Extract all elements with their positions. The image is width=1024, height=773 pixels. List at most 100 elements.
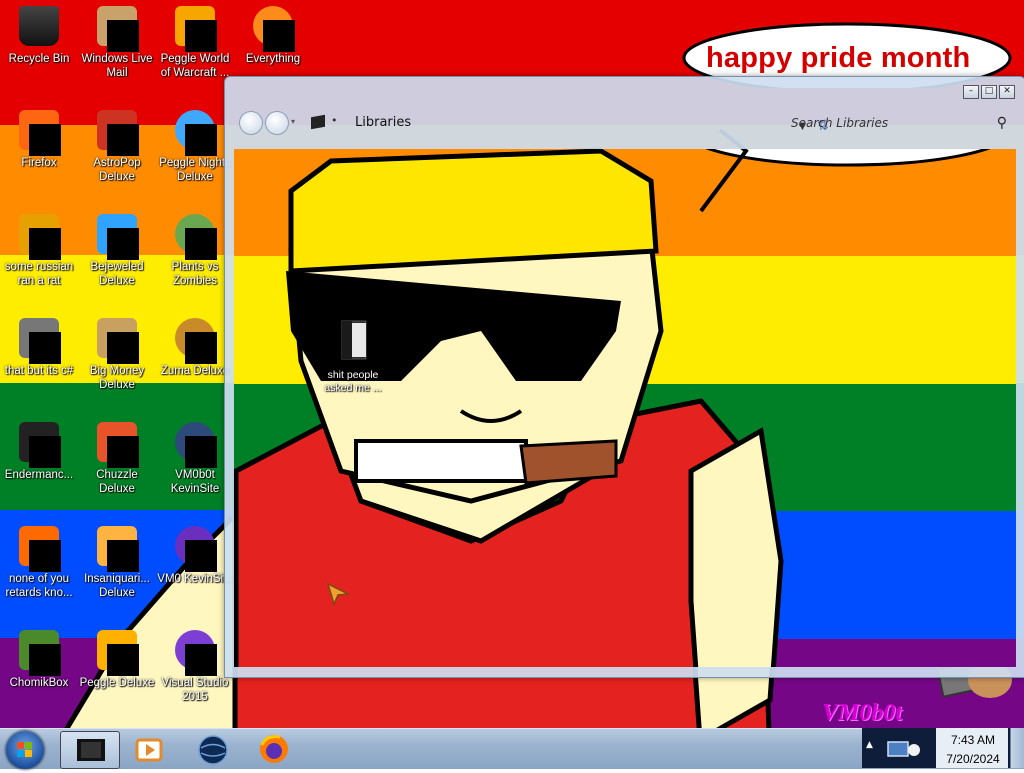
maximize-button[interactable]: □ (981, 85, 997, 99)
search-box[interactable]: Search Libraries ⚲ (775, 110, 1015, 136)
desktop-icon[interactable]: Recycle Bin (0, 0, 78, 66)
desktop-icon[interactable]: Zuma Deluxe (156, 312, 234, 378)
redaction-box (185, 540, 217, 572)
desktop-icon[interactable]: Bejeweled Deluxe (78, 208, 156, 288)
desktop-icon[interactable]: Peggle Deluxe (78, 624, 156, 690)
astropop-icon (97, 110, 139, 156)
search-icon[interactable]: ⚲ (997, 115, 1007, 131)
desktop-icon[interactable]: Peggle World of Warcraft ... (156, 0, 234, 80)
desktop-icon-label: VM0b0t KevinSite (170, 469, 220, 495)
desktop-icon-label: AstroPop Deluxe (93, 157, 141, 183)
redaction-box (185, 20, 217, 52)
desktop-icon[interactable]: VM0 KevinSi... (156, 520, 234, 586)
website-icon (175, 422, 217, 468)
redaction-box (107, 540, 139, 572)
desktop-icon[interactable]: Chuzzle Deluxe (78, 416, 156, 496)
plants-vs-zombies-icon (175, 214, 217, 260)
desktop-icon[interactable]: none of you retards kno... (0, 520, 78, 600)
desktop-icon[interactable]: some russian ran a rat (0, 208, 78, 288)
globe-icon (198, 735, 228, 765)
show-hidden-icons-icon[interactable]: ▲ (866, 740, 873, 750)
redaction-box (29, 124, 61, 156)
close-button[interactable]: ✕ (999, 85, 1015, 99)
bejeweled-icon (97, 214, 139, 260)
network-icon[interactable] (884, 736, 924, 762)
desktop-icon[interactable]: that but its c# (0, 312, 78, 378)
peggle-wow-icon (175, 6, 217, 52)
desktop-icon[interactable]: Big Money Deluxe (78, 312, 156, 392)
firefox-icon (260, 735, 288, 763)
desktop-icon-label: Windows Live Mail (81, 53, 153, 79)
desktop-icon[interactable]: Firefox (0, 104, 78, 170)
redaction-box (263, 20, 295, 52)
money-bag-icon (97, 318, 139, 364)
clock-date[interactable]: 7/20/2024 (940, 752, 1006, 766)
mouse-cursor-icon (326, 582, 350, 606)
visual-studio-icon (175, 630, 217, 676)
taskbar-firefox-button[interactable] (246, 731, 304, 767)
desktop-icon-label: Plants vs Zombies (171, 261, 219, 287)
desktop-icon-label: some russian ran a rat (4, 261, 74, 287)
desktop-icon-label: none of you retards kno... (5, 573, 73, 599)
clock-time[interactable]: 7:43 AM (950, 733, 996, 747)
desktop-icon-label: Zuma Deluxe (160, 365, 230, 377)
recent-pages-dropdown-icon[interactable]: ▾ (291, 117, 295, 126)
redaction-box (107, 228, 139, 260)
desktop-icon[interactable]: ChomikBox (0, 624, 78, 690)
redaction-box (29, 436, 61, 468)
explorer-icon (77, 739, 105, 761)
folder-item-label: shit people asked me ... (324, 369, 382, 394)
desktop-icon-label: Big Money Deluxe (89, 365, 145, 391)
desktop-icon[interactable]: VM0b0t KevinSite (156, 416, 234, 496)
desktop-icon-label: Peggle World of Warcraft ... (160, 53, 230, 79)
mail-icon (97, 6, 139, 52)
desktop-icon-label: Peggle Nights Deluxe (159, 157, 231, 183)
desktop-icon[interactable]: Everything (234, 0, 312, 66)
redaction-box (107, 644, 139, 676)
minimize-button[interactable]: – (963, 85, 979, 99)
redaction-box (107, 20, 139, 52)
peggle-icon (97, 630, 139, 676)
desktop-icon-label: Chuzzle Deluxe (96, 469, 138, 495)
redaction-box (107, 124, 139, 156)
media-player-icon (135, 738, 163, 762)
desktop-icon-label: ChomikBox (9, 677, 69, 689)
start-button[interactable] (6, 731, 44, 769)
redaction-box (107, 436, 139, 468)
file-view-background: shit people asked me ... (234, 149, 1016, 667)
terminal-icon (19, 422, 61, 468)
peggle-nights-icon (175, 110, 217, 156)
desktop-icon[interactable]: Plants vs Zombies (156, 208, 234, 288)
desktop-icon-label: Firefox (21, 157, 57, 169)
taskbar-globe-button[interactable] (184, 731, 242, 767)
everything-search-icon (253, 6, 295, 52)
shortcut-icon (19, 318, 61, 364)
taskbar-explorer-button[interactable] (60, 731, 120, 769)
desktop-icon[interactable]: Peggle Nights Deluxe (156, 104, 234, 184)
address-text[interactable]: Libraries (355, 115, 411, 130)
game-icon (19, 214, 61, 260)
desktop-icon[interactable]: Endermanc... (0, 416, 78, 482)
back-button[interactable] (239, 111, 263, 135)
redaction-box (29, 332, 61, 364)
show-desktop-button[interactable] (1010, 728, 1024, 768)
desktop-icon[interactable]: AstroPop Deluxe (78, 104, 156, 184)
folder-item[interactable]: shit people asked me ... (321, 319, 385, 395)
desktop-icon[interactable]: Visual Studio 2015 (156, 624, 234, 704)
file-view[interactable]: shit people asked me ... (234, 149, 1016, 667)
chuzzle-icon (97, 422, 139, 468)
taskbar-media-player-button[interactable] (120, 731, 178, 767)
chomikbox-icon (19, 630, 61, 676)
desktop-icon[interactable]: Windows Live Mail (78, 0, 156, 80)
file-view-drawing (234, 149, 991, 667)
desktop-icon[interactable]: Insaniquari... Deluxe (78, 520, 156, 600)
desktop-icon-label: Bejeweled Deluxe (90, 261, 144, 287)
address-bar[interactable]: • Libraries ▼ ⇅ (307, 110, 829, 136)
search-input[interactable]: Search Libraries (791, 116, 888, 130)
speech-bubble-text: happy pride month (706, 42, 971, 74)
breadcrumb-separator-icon[interactable]: • (331, 114, 338, 127)
redaction-box (29, 644, 61, 676)
navigation-bar: ▾ • Libraries ▼ ⇅ Search Libraries ⚲ (235, 107, 1015, 139)
recycle-bin-icon (19, 6, 59, 46)
forward-button[interactable] (265, 111, 289, 135)
